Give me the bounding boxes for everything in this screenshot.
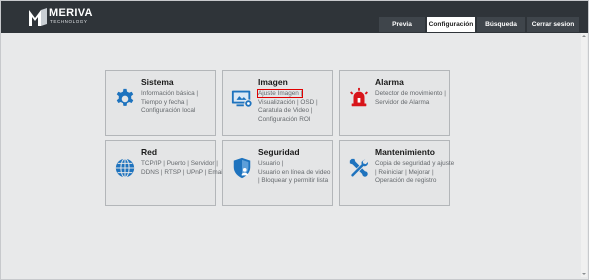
link-ddns-rtsp-upnp-email[interactable]: DDNS | RTSP | UPnP | Email	[141, 169, 224, 176]
tab-previa[interactable]: Previa	[379, 17, 425, 32]
link-configuracion-roi[interactable]: Configuración ROI	[258, 116, 311, 123]
link-tcpip-puerto-servidor[interactable]: TCP/IP | Puerto | Servidor |	[141, 160, 218, 167]
globe-icon	[115, 158, 135, 178]
card-red[interactable]: Red TCP/IP | Puerto | Servidor | DDNS | …	[105, 140, 224, 206]
link-ajuste-imagen[interactable]: Ajuste Imagen |	[256, 89, 304, 98]
alarm-siren-icon	[350, 87, 368, 107]
image-settings-icon	[231, 90, 253, 108]
shield-user-icon	[233, 157, 251, 179]
card-links: TCP/IP | Puerto | Servidor | DDNS | RTSP…	[141, 160, 224, 177]
link-usuario-linea-video[interactable]: Usuario en línea de video	[258, 169, 330, 176]
link-usuario[interactable]: Usuario |	[258, 160, 283, 167]
link-copia-seguridad-ajuste[interactable]: Copia de seguridad y ajuste	[375, 160, 454, 167]
config-menu-grid: Sistema Información básica | Tiempo y fe…	[105, 70, 454, 208]
meriva-logo-icon	[29, 8, 47, 26]
card-alarma[interactable]: Alarma Detector de movimiento | Servidor…	[339, 70, 450, 136]
link-visualizacion-osd[interactable]: Visualización | OSD |	[258, 99, 318, 106]
card-title: Mantenimiento	[375, 147, 435, 157]
card-mantenimiento[interactable]: Mantenimiento Copia de seguridad y ajust…	[339, 140, 454, 206]
link-operacion-registro[interactable]: Operación de registro	[375, 177, 436, 184]
link-servidor-alarma[interactable]: Servidor de Alarma	[375, 99, 429, 106]
card-links: Detector de movimiento | Servidor de Ala…	[375, 90, 451, 107]
link-bloquear-permitir-lista[interactable]: | Bloquear y permitir lista	[258, 177, 328, 184]
scroll-down-arrow-icon[interactable]	[581, 271, 587, 277]
card-imagen[interactable]: Imagen Ajuste Imagen | Visualización | O…	[222, 70, 333, 136]
card-seguridad[interactable]: Seguridad Usuario | Usuario en línea de …	[222, 140, 333, 206]
link-informacion-basica[interactable]: Información básica |	[141, 90, 198, 97]
link-reiniciar-mejorar[interactable]: | Reiniciar | Mejorar |	[375, 169, 434, 176]
top-bar: MERIVA TECHNOLOGY Previa Configuración B…	[1, 1, 588, 33]
link-caratula-video[interactable]: Caratula de Video |	[258, 107, 312, 114]
main-nav-tabs: Previa Configuración Búsqueda Cerrar ses…	[379, 17, 579, 32]
card-title: Red	[141, 147, 158, 157]
card-links: Información básica | Tiempo y fecha | Co…	[141, 90, 217, 116]
tab-configuracion[interactable]: Configuración	[427, 17, 475, 32]
card-links: Copia de seguridad y ajuste | Reiniciar …	[375, 160, 454, 186]
link-detector-movimiento[interactable]: Detector de movimiento |	[375, 90, 446, 97]
gear-icon	[116, 88, 134, 106]
card-links: Usuario | Usuario en línea de video | Bl…	[258, 160, 334, 186]
vertical-scrollbar[interactable]	[581, 33, 587, 277]
brand-subtitle: TECHNOLOGY	[50, 19, 88, 24]
tab-busqueda[interactable]: Búsqueda	[477, 17, 525, 32]
tools-icon	[349, 158, 369, 178]
card-links: Ajuste Imagen | Visualización | OSD | Ca…	[256, 89, 334, 124]
scroll-up-arrow-icon[interactable]	[581, 33, 587, 39]
link-tiempo-fecha[interactable]: Tiempo y fecha |	[141, 99, 188, 106]
app-window: MERIVA TECHNOLOGY Previa Configuración B…	[0, 0, 589, 280]
card-title: Imagen	[258, 77, 288, 87]
link-configuracion-local[interactable]: Configuración local	[141, 107, 195, 114]
card-title: Sistema	[141, 77, 174, 87]
brand-name: MERIVA	[49, 7, 93, 19]
card-title: Alarma	[375, 77, 404, 87]
card-title: Seguridad	[258, 147, 300, 157]
tab-cerrar-sesion[interactable]: Cerrar sesion	[527, 17, 579, 32]
card-sistema[interactable]: Sistema Información básica | Tiempo y fe…	[105, 70, 216, 136]
